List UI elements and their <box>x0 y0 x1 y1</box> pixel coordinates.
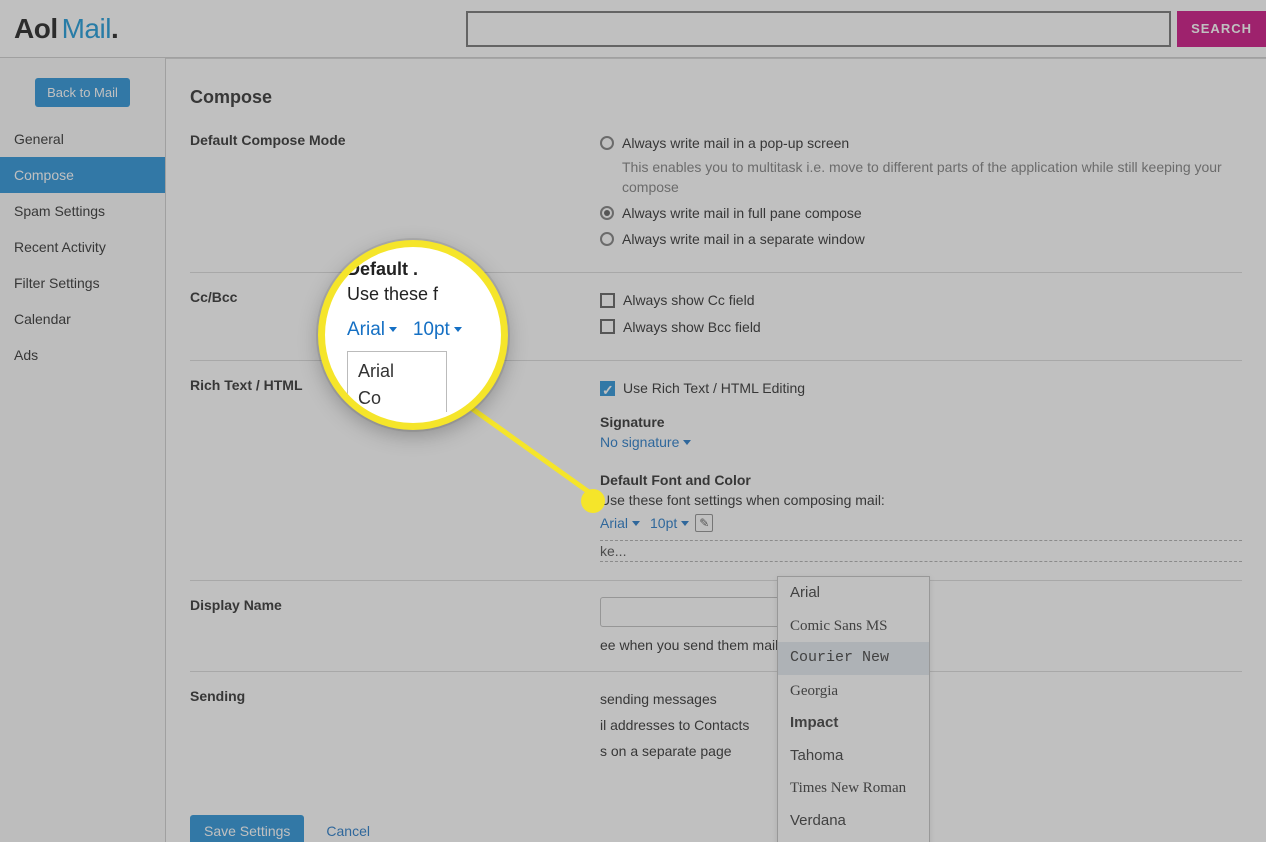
font-option-courier[interactable]: Courier New <box>778 642 929 675</box>
zoom-box-item-0: Arial <box>358 358 436 385</box>
font-color-button[interactable]: ✎ <box>695 514 713 532</box>
logo: AolMail. <box>14 13 118 45</box>
save-settings-button[interactable]: Save Settings <box>190 815 304 842</box>
sidebar-item-filter[interactable]: Filter Settings <box>0 265 165 301</box>
font-option-georgia[interactable]: Georgia <box>778 675 929 708</box>
footer-buttons: Save Settings Cancel <box>190 785 1242 842</box>
radio-popup-line[interactable]: Always write mail in a pop-up screen <box>600 132 1242 154</box>
font-option-tnr[interactable]: Times New Roman <box>778 772 929 805</box>
row-display-name: Display Name ee when you send them mail. <box>190 580 1242 671</box>
font-option-impact[interactable]: Impact <box>778 707 929 740</box>
back-to-mail-button[interactable]: Back to Mail <box>35 78 130 107</box>
sidebar-item-compose[interactable]: Compose <box>0 157 165 193</box>
label-default-mode: Default Compose Mode <box>190 132 600 148</box>
annotation-zoom-circle: Default . Use these f Arial 10pt Arial C… <box>318 240 508 430</box>
checkbox-icon <box>600 319 615 334</box>
zoom-dropdown-preview: Arial Co <box>347 351 447 412</box>
radio-window-line[interactable]: Always write mail in a separate window <box>600 228 1242 250</box>
font-option-tahoma[interactable]: Tahoma <box>778 740 929 773</box>
signature-select[interactable]: No signature <box>600 434 1242 450</box>
search-button[interactable]: SEARCH <box>1177 11 1266 47</box>
radio-icon <box>600 136 614 150</box>
search-input[interactable] <box>466 11 1171 47</box>
sidebar-item-calendar[interactable]: Calendar <box>0 301 165 337</box>
zoom-size-link: 10pt <box>413 319 462 340</box>
logo-aol: Aol <box>14 13 58 44</box>
radio-fullpane-label: Always write mail in full pane compose <box>622 202 862 224</box>
sidebar: Back to Mail General Compose Spam Settin… <box>0 58 166 842</box>
checkbox-cc-line[interactable]: Always show Cc field <box>600 289 1242 311</box>
font-sample: ke... <box>600 540 1242 562</box>
radio-window-label: Always write mail in a separate window <box>622 228 865 250</box>
checkbox-icon <box>600 381 615 396</box>
body: Back to Mail General Compose Spam Settin… <box>0 58 1266 842</box>
sidebar-item-ads[interactable]: Ads <box>0 337 165 373</box>
logo-dot: . <box>111 13 118 44</box>
default-mode-desc: This enables you to multitask i.e. move … <box>622 158 1242 197</box>
radio-icon <box>600 206 614 220</box>
search-area: SEARCH <box>466 11 1266 47</box>
sidebar-item-spam[interactable]: Spam Settings <box>0 193 165 229</box>
font-option-arial[interactable]: Arial <box>778 577 929 610</box>
font-dropdown[interactable]: Arial Comic Sans MS Courier New Georgia … <box>777 576 930 842</box>
checkbox-bcc-line[interactable]: Always show Bcc field <box>600 316 1242 338</box>
font-option-comic[interactable]: Comic Sans MS <box>778 610 929 643</box>
label-sending: Sending <box>190 688 600 704</box>
annotation-leader-dot <box>581 489 605 513</box>
zoom-font-link: Arial <box>347 319 397 340</box>
row-sending: Sending sending messages il addresses to… <box>190 671 1242 785</box>
row-default-mode: Default Compose Mode Always write mail i… <box>190 128 1242 272</box>
font-option-verdana[interactable]: Verdana <box>778 805 929 838</box>
font-heading: Default Font and Color <box>600 472 1242 488</box>
page: AolMail. SEARCH Back to Mail General Com… <box>0 0 1266 842</box>
cancel-link[interactable]: Cancel <box>326 823 370 839</box>
radio-icon <box>600 232 614 246</box>
page-title: Compose <box>190 87 1242 108</box>
checkbox-icon <box>600 293 615 308</box>
logo-mail: Mail <box>62 13 111 44</box>
font-option-wingdings[interactable]: WingDings <box>778 837 929 842</box>
font-desc: Use these font settings when composing m… <box>600 492 1242 508</box>
radio-popup-label: Always write mail in a pop-up screen <box>622 132 849 154</box>
main: Compose Default Compose Mode Always writ… <box>166 58 1266 842</box>
font-size-select[interactable]: 10pt <box>650 515 689 531</box>
label-display-name: Display Name <box>190 597 600 613</box>
checkbox-richtext-line[interactable]: Use Rich Text / HTML Editing <box>600 377 1242 399</box>
zoom-line2: Use these f <box>347 284 438 305</box>
header: AolMail. SEARCH <box>0 0 1266 58</box>
font-name-select[interactable]: Arial <box>600 515 640 531</box>
checkbox-cc-label: Always show Cc field <box>623 289 755 311</box>
radio-fullpane-line[interactable]: Always write mail in full pane compose <box>600 202 1242 224</box>
zoom-line1: Default . <box>347 259 418 280</box>
checkbox-richtext-label: Use Rich Text / HTML Editing <box>623 377 805 399</box>
signature-heading: Signature <box>600 414 1242 430</box>
zoom-box-item-1: Co <box>358 385 436 412</box>
sidebar-item-recent[interactable]: Recent Activity <box>0 229 165 265</box>
checkbox-bcc-label: Always show Bcc field <box>623 316 761 338</box>
sidebar-item-general[interactable]: General <box>0 121 165 157</box>
